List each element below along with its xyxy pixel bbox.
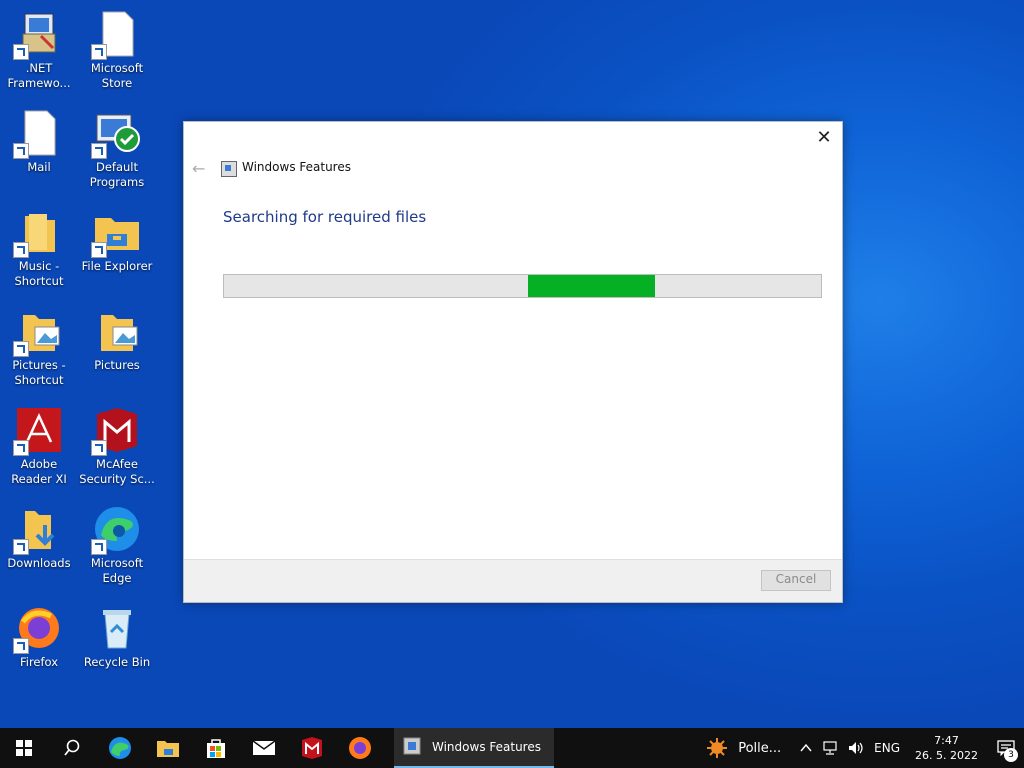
volume-icon[interactable] [848, 741, 864, 755]
action-center-button[interactable]: 3 [988, 728, 1024, 768]
desktop-icon-label: Downloads [7, 556, 71, 570]
desktop-icon-microsoft-store[interactable]: Microsoft Store [78, 4, 156, 100]
desktop-icon-mail[interactable]: Mail [0, 103, 78, 199]
taskbar-edge[interactable] [96, 728, 144, 768]
search-button[interactable] [48, 728, 96, 768]
taskbar-mail[interactable] [240, 728, 288, 768]
desktop-icon-downloads[interactable]: Downloads [0, 499, 78, 595]
desktop-icon-label: Adobe Reader XI [11, 457, 67, 486]
desktop-icon-firefox[interactable]: Firefox [0, 598, 78, 694]
taskbar-windows-features[interactable]: Windows Features [394, 728, 554, 768]
clock-date: 26. 5. 2022 [915, 749, 978, 762]
windows-features-icon [221, 161, 237, 177]
progress-indicator [528, 275, 655, 297]
firefox-icon [349, 737, 371, 759]
desktop-icon-label: Mail [27, 160, 51, 174]
dialog-footer: Cancel [184, 559, 842, 602]
desktop-icon-label: Recycle Bin [83, 655, 151, 669]
adobe-reader-icon [13, 406, 63, 456]
file-explorer-icon [91, 208, 141, 258]
weather-sun-icon[interactable] [706, 737, 728, 759]
weather-text[interactable]: Polle... [738, 741, 781, 756]
search-icon [64, 739, 80, 756]
windows-logo-icon [16, 740, 32, 756]
taskbar: Windows Features Polle... ENG 7:47 26. 5… [0, 728, 1024, 768]
dialog-title: Windows Features [242, 160, 351, 174]
desktop-icon-label: McAfee Security Sc... [79, 457, 155, 486]
firefox-icon [13, 604, 63, 654]
mail-icon [252, 740, 276, 755]
desktop-icon-mcafee[interactable]: McAfee Security Sc... [78, 400, 156, 496]
store-bag-icon [207, 739, 225, 758]
desktop-icon-default-programs[interactable]: Default Programs [78, 103, 156, 199]
desktop-icon-label: .NET Framewo... [7, 61, 71, 90]
taskbar-firefox[interactable] [336, 728, 384, 768]
desktop-icon-label: Music - Shortcut [14, 259, 64, 288]
desktop-icon-adobe-reader[interactable]: Adobe Reader XI [0, 400, 78, 496]
system-tray: Polle... ENG 7:47 26. 5. 2022 3 [701, 728, 1024, 768]
mcafee-icon [91, 406, 141, 456]
pictures-folder-icon [93, 307, 141, 355]
network-icon[interactable] [822, 741, 838, 755]
installer-icon [13, 10, 63, 60]
desktop-icon-music[interactable]: Music - Shortcut [0, 202, 78, 298]
clock-time: 7:47 [934, 734, 959, 747]
document-icon [13, 109, 63, 159]
recycle-bin-icon [93, 604, 141, 652]
taskbar-mcafee[interactable] [288, 728, 336, 768]
windows-features-dialog: ✕ ← Windows Features Searching for requi… [183, 121, 843, 603]
desktop-icon-file-explorer[interactable]: File Explorer [78, 202, 156, 298]
progress-bar [223, 274, 822, 298]
clock[interactable]: 7:47 26. 5. 2022 [915, 733, 978, 763]
desktop-icon-dotnet[interactable]: .NET Framewo... [0, 4, 78, 100]
default-programs-icon [91, 109, 141, 159]
close-button[interactable]: ✕ [814, 128, 834, 148]
pictures-folder-icon [13, 307, 63, 357]
back-arrow-icon[interactable]: ← [192, 159, 205, 178]
folder-icon [13, 208, 63, 258]
chevron-up-icon[interactable] [800, 743, 812, 753]
desktop-icon-pictures-shortcut[interactable]: Pictures - Shortcut [0, 301, 78, 397]
desktop-icon-label: Pictures - Shortcut [12, 358, 66, 387]
taskbar-file-explorer[interactable] [144, 728, 192, 768]
cancel-button[interactable]: Cancel [761, 570, 831, 591]
file-explorer-icon [157, 741, 179, 757]
desktop-icon-microsoft-edge[interactable]: Microsoft Edge [78, 499, 156, 595]
desktop-icon-label: Firefox [19, 655, 59, 669]
desktop-icon-label: Microsoft Edge [90, 556, 144, 585]
start-button[interactable] [0, 728, 48, 768]
status-text: Searching for required files [223, 208, 427, 226]
downloads-folder-icon [13, 505, 63, 555]
taskbar-microsoft-store[interactable] [192, 728, 240, 768]
taskbar-item-label: Windows Features [432, 740, 541, 754]
edge-icon [109, 737, 131, 759]
desktop-icon-label: File Explorer [81, 259, 153, 273]
desktop-icon-recycle-bin[interactable]: Recycle Bin [78, 598, 156, 694]
desktop-icon-label: Microsoft Store [90, 61, 144, 90]
document-icon [91, 10, 141, 60]
desktop-icon-label: Default Programs [89, 160, 145, 189]
windows-features-icon [403, 737, 421, 755]
notification-badge: 3 [1004, 748, 1018, 762]
desktop-icon-pictures[interactable]: Pictures [78, 301, 156, 397]
desktop-icon-label: Pictures [94, 358, 140, 372]
mcafee-icon [302, 737, 322, 759]
language-indicator[interactable]: ENG [874, 741, 900, 755]
edge-icon [91, 505, 141, 555]
